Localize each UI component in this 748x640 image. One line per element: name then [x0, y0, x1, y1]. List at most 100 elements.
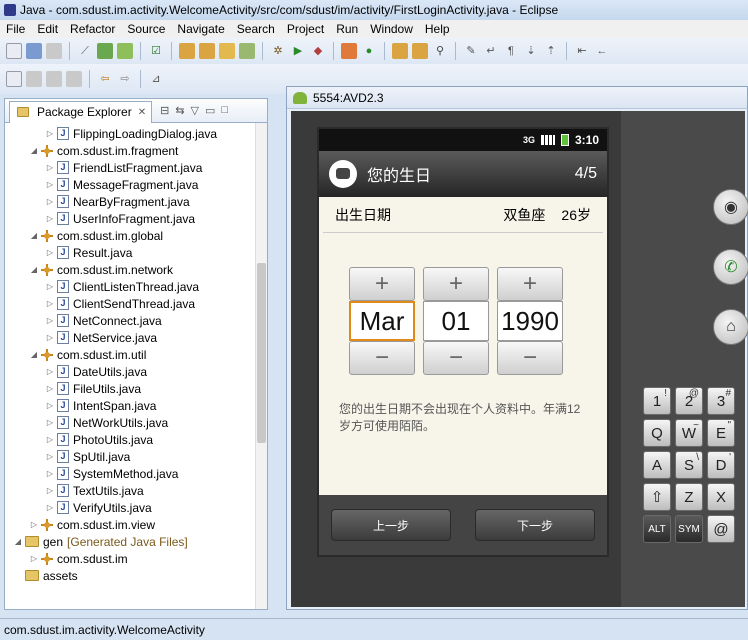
tree-package-row[interactable]: ◢ com.sdust.im.util [29, 346, 146, 363]
link-with-editor-icon[interactable]: ⇆ [175, 104, 184, 117]
collapsed-arrow-icon[interactable]: ▷ [45, 214, 55, 223]
camera-button-icon[interactable]: ◉ [713, 189, 748, 225]
scrollbar-thumb[interactable] [257, 263, 266, 443]
collapsed-arrow-icon[interactable]: ▷ [45, 469, 55, 478]
menu-help[interactable]: Help [419, 22, 456, 36]
key-x[interactable]: X [707, 483, 735, 511]
tree-file-row[interactable]: ▷ J MessageFragment.java [45, 176, 198, 193]
day-value[interactable]: 01 [423, 301, 489, 341]
key-1[interactable]: 1! [643, 387, 671, 415]
menu-edit[interactable]: Edit [31, 22, 64, 36]
last-edit-icon[interactable]: ⇤ [574, 43, 590, 59]
tree-file-row[interactable]: ▷ J SystemMethod.java [45, 465, 178, 482]
previous-annotation-icon[interactable]: ⇡ [543, 43, 559, 59]
tree-file-row[interactable]: ▷ J TextUtils.java [45, 482, 144, 499]
new-xml-file-icon[interactable] [219, 43, 235, 59]
tree-file-row[interactable]: ▷ J VerifyUtils.java [45, 499, 152, 516]
month-increment-button[interactable]: + [349, 267, 415, 301]
month-decrement-button[interactable]: − [349, 341, 415, 375]
next-step-button[interactable]: 下一步 [475, 509, 595, 541]
day-decrement-button[interactable]: − [423, 341, 489, 375]
tree-folder-row[interactable]: assets [13, 567, 78, 584]
android-sdk-icon[interactable] [97, 43, 113, 59]
tree-file-row[interactable]: ▷ J ClientListenThread.java [45, 278, 199, 295]
key-s[interactable]: S \ [675, 451, 703, 479]
tree-file-row[interactable]: ▷ J NetWorkUtils.java [45, 414, 168, 431]
tree-file-row[interactable]: ▷ J IntentSpan.java [45, 397, 156, 414]
open-type-icon[interactable] [392, 43, 408, 59]
call-button-icon[interactable]: ✆ [713, 249, 748, 285]
toggle-mark-occurrences-icon[interactable]: ✎ [463, 43, 479, 59]
collapsed-arrow-icon[interactable]: ▷ [45, 503, 55, 512]
save-icon[interactable] [26, 43, 42, 59]
collapsed-arrow-icon[interactable]: ▷ [45, 248, 55, 257]
toggle-word-wrap-icon[interactable]: ↵ [483, 43, 499, 59]
collapsed-arrow-icon[interactable]: ▷ [45, 452, 55, 461]
tree-file-row[interactable]: ▷ J FlippingLoadingDialog.java [45, 125, 217, 142]
tree-scrollbar[interactable] [255, 123, 267, 609]
key-d[interactable]: D ' [707, 451, 735, 479]
maximize-icon[interactable]: □ [221, 104, 228, 117]
save-all-icon[interactable] [26, 71, 42, 87]
new-wizard-icon[interactable] [6, 71, 22, 87]
tree-folder-row[interactable]: ◢ gen [Generated Java Files] [13, 533, 188, 550]
back-icon[interactable]: ← [594, 43, 610, 59]
key-e[interactable]: E " [707, 419, 735, 447]
collapsed-arrow-icon[interactable]: ▷ [45, 384, 55, 393]
show-whitespace-icon[interactable]: ¶ [503, 43, 519, 59]
collapsed-arrow-icon[interactable]: ▷ [45, 299, 55, 308]
tree-package-row[interactable]: ◢ com.sdust.im.global [29, 227, 163, 244]
search-icon[interactable]: ⚲ [432, 43, 448, 59]
tree-file-row[interactable]: ▷ J DateUtils.java [45, 363, 147, 380]
tree-package-row[interactable]: ▷ com.sdust.im.view [29, 516, 155, 533]
collapsed-arrow-icon[interactable]: ▷ [45, 197, 55, 206]
pin-editor-icon[interactable]: ⊿ [148, 71, 164, 87]
menu-search[interactable]: Search [231, 22, 281, 36]
collapsed-arrow-icon[interactable]: ▷ [45, 486, 55, 495]
menu-window[interactable]: Window [364, 22, 419, 36]
key-q[interactable]: Q [643, 419, 671, 447]
expanded-arrow-icon[interactable]: ◢ [13, 537, 23, 546]
collapsed-arrow-icon[interactable]: ▷ [45, 401, 55, 410]
collapse-all-icon[interactable]: ⊟ [160, 104, 169, 117]
avd-manager-icon[interactable] [117, 43, 133, 59]
collapsed-arrow-icon[interactable]: ▷ [45, 282, 55, 291]
year-value[interactable]: 1990 [497, 301, 563, 341]
expanded-arrow-icon[interactable]: ◢ [29, 265, 39, 274]
view-menu-icon[interactable]: ▽ [191, 104, 199, 117]
key-z[interactable]: Z [675, 483, 703, 511]
collapsed-arrow-icon[interactable]: ▷ [45, 163, 55, 172]
expanded-arrow-icon[interactable]: ◢ [29, 350, 39, 359]
key-sym[interactable]: SYM [675, 515, 703, 543]
external-tools-icon[interactable]: ◆ [310, 43, 326, 59]
tab-package-explorer[interactable]: Package Explorer ✕ [9, 100, 153, 123]
tree-package-row[interactable]: ◢ com.sdust.im.network [29, 261, 173, 278]
paste-icon[interactable] [66, 71, 82, 87]
tree-file-row[interactable]: ▷ J NearByFragment.java [45, 193, 190, 210]
next-annotation-icon[interactable]: ⇣ [523, 43, 539, 59]
menu-navigate[interactable]: Navigate [171, 22, 230, 36]
minimize-icon[interactable]: ▭ [205, 104, 215, 117]
tree-file-row[interactable]: ▷ J PhotoUtils.java [45, 431, 153, 448]
tree-package-row[interactable]: ◢ com.sdust.im.fragment [29, 142, 178, 159]
previous-step-button[interactable]: 上一步 [331, 509, 451, 541]
key-shift[interactable]: ⇧ [643, 483, 671, 511]
expanded-arrow-icon[interactable]: ◢ [29, 146, 39, 155]
home-button-icon[interactable]: ⌂ [713, 309, 748, 345]
print-icon[interactable] [46, 43, 62, 59]
collapsed-arrow-icon[interactable]: ▷ [45, 333, 55, 342]
expanded-arrow-icon[interactable]: ◢ [29, 231, 39, 240]
collapsed-arrow-icon[interactable]: ▷ [29, 520, 39, 529]
menu-refactor[interactable]: Refactor [64, 22, 121, 36]
new-java-package-icon[interactable] [341, 43, 357, 59]
tree-file-row[interactable]: ▷ J FileUtils.java [45, 380, 141, 397]
collapsed-arrow-icon[interactable]: ▷ [45, 435, 55, 444]
menu-run[interactable]: Run [330, 22, 364, 36]
day-increment-button[interactable]: + [423, 267, 489, 301]
tree-file-row[interactable]: ▷ J SpUtil.java [45, 448, 130, 465]
key-w[interactable]: W ~ [675, 419, 703, 447]
open-task-icon[interactable] [412, 43, 428, 59]
tree-file-row[interactable]: ▷ J NetConnect.java [45, 312, 162, 329]
collapsed-arrow-icon[interactable]: ▷ [45, 129, 55, 138]
month-value[interactable]: Mar [349, 301, 415, 341]
